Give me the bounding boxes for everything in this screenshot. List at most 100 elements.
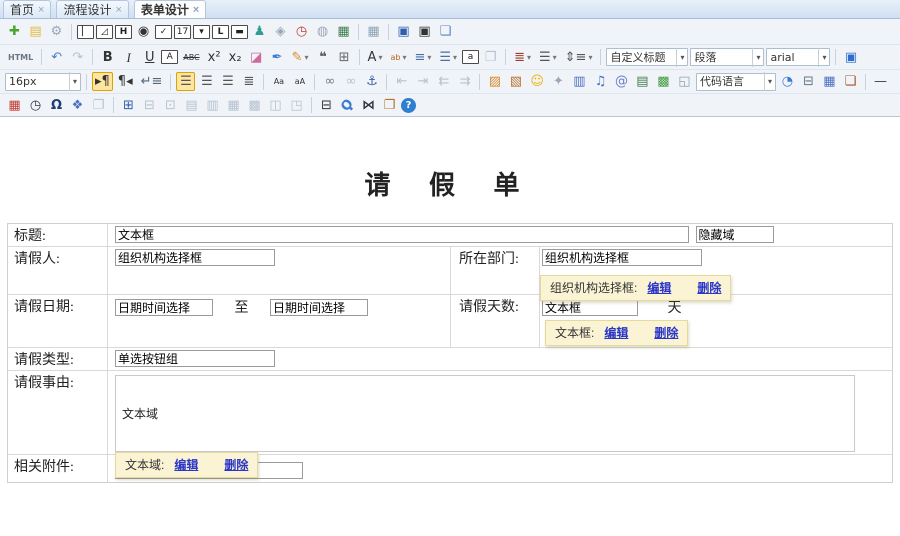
hr-icon[interactable]: — [871, 72, 890, 91]
insert-table-icon[interactable]: ⊞ [119, 96, 138, 115]
page-break-icon[interactable]: ⊟ [799, 72, 818, 91]
blockquote-icon[interactable]: ❝ [314, 48, 333, 67]
find-replace-icon[interactable]: ⋈ [359, 96, 378, 115]
radio-control-icon[interactable]: ◉ [134, 22, 153, 41]
leave-reason-textarea-field[interactable]: 文本域 [115, 375, 855, 452]
report-icon[interactable]: ▤ [633, 72, 652, 91]
tab-close-icon[interactable]: × [38, 4, 44, 15]
tooltip-edit-link[interactable]: 编辑 [174, 456, 198, 473]
select-control-icon[interactable]: ▾ [193, 24, 210, 39]
strikethrough-icon[interactable]: ABC [180, 48, 202, 67]
subscript-icon[interactable]: x₂ [226, 48, 245, 67]
table-edit-icon[interactable]: ⊞ [335, 48, 354, 67]
paragraph-format-select[interactable]: 段落 [690, 48, 765, 66]
special-char-icon[interactable]: Ω [47, 96, 66, 115]
stamp-icon[interactable]: ❏ [841, 72, 860, 91]
heading-style-select[interactable]: 自定义标题 [606, 48, 689, 66]
tab-home[interactable]: 首页 × [3, 0, 52, 18]
requester-org-select-field[interactable] [115, 249, 275, 266]
superscript-icon[interactable]: x² [205, 48, 224, 67]
title-textbox-field[interactable] [115, 226, 689, 243]
save-icon[interactable]: ▣ [394, 22, 413, 41]
browser-preview-icon[interactable]: ◔ [778, 72, 797, 91]
search-icon[interactable]: Ϙ [334, 92, 361, 119]
textarea-control-icon[interactable]: ◿ [96, 24, 113, 39]
anchor-icon[interactable]: ⚓ [362, 72, 381, 91]
form-design-canvas[interactable]: 请 假 单 标题: 请假人: 所在部门: 请假日期: [0, 117, 900, 536]
italic-icon[interactable]: I [119, 48, 138, 67]
attachment-icon[interactable]: @ [612, 72, 631, 91]
tooltip-delete-link[interactable]: 删除 [697, 279, 721, 296]
save-template-icon[interactable]: ❏ [436, 22, 455, 41]
date-clock-control-icon[interactable]: ◷ [292, 22, 311, 41]
table-layout-icon[interactable]: ▦ [820, 72, 839, 91]
align-right-icon[interactable]: ☰ [218, 72, 237, 91]
text-direction-ltr-icon[interactable]: ▸¶ [92, 72, 113, 91]
clock-icon[interactable]: ◷ [26, 96, 45, 115]
screenshot-icon[interactable]: ◱ [675, 72, 694, 91]
map-multi-icon[interactable]: ❖ [68, 96, 87, 115]
line-height-icon[interactable]: ☰ [536, 48, 560, 67]
html-source-button[interactable]: HTML [5, 48, 36, 67]
font-color-icon[interactable]: A [365, 48, 386, 67]
hidden-field[interactable] [695, 226, 774, 243]
label-control-icon[interactable]: L [212, 24, 229, 39]
tab-process-design[interactable]: 流程设计 × [56, 0, 129, 18]
eraser-icon[interactable]: ◪ [247, 48, 266, 67]
user-select-control-icon[interactable]: ♟ [250, 22, 269, 41]
calendar-icon[interactable]: ▦ [5, 96, 24, 115]
leave-days-field[interactable] [542, 299, 638, 316]
map-icon[interactable]: ▩ [654, 72, 673, 91]
link-icon[interactable]: ∞ [320, 72, 339, 91]
text-direction-rtl-icon[interactable]: ¶◂ [115, 72, 136, 91]
flash-icon[interactable]: ✦ [549, 72, 568, 91]
open-form-icon[interactable]: ▤ [26, 22, 45, 41]
font-border-icon[interactable]: A [161, 50, 179, 64]
tooltip-delete-link[interactable]: 删除 [654, 324, 678, 341]
image-edit-icon[interactable]: ▧ [506, 72, 525, 91]
tab-close-icon[interactable]: × [193, 4, 199, 15]
line-break-icon[interactable]: ↵≡ [138, 72, 166, 91]
align-left-icon[interactable]: ☰ [176, 72, 196, 91]
align-center-icon[interactable]: ☰ [197, 72, 216, 91]
upload-control-icon[interactable]: ◍ [313, 22, 332, 41]
tab-form-design[interactable]: 表单设计 × [133, 0, 207, 18]
textbox-control-icon[interactable]: ▏ [77, 24, 94, 39]
highlight-color-icon[interactable]: ab [387, 48, 409, 67]
image-icon[interactable]: ▨ [485, 72, 504, 91]
save-close-icon[interactable]: ▣ [415, 22, 434, 41]
tab-close-icon[interactable]: × [115, 4, 121, 15]
uppercase-icon[interactable]: Aa [269, 72, 288, 91]
new-form-icon[interactable]: ✚ [5, 22, 24, 41]
paste-icon[interactable]: ❐ [380, 96, 399, 115]
tooltip-delete-link[interactable]: 删除 [224, 456, 248, 473]
macro-control-icon[interactable]: ◈ [271, 22, 290, 41]
inline-code-icon[interactable]: a [462, 50, 480, 64]
underline-icon[interactable]: U [140, 48, 159, 67]
lowercase-icon[interactable]: aA [290, 72, 309, 91]
align-justify-icon[interactable]: ≣ [239, 72, 258, 91]
code-language-select[interactable]: 代码语言 [695, 72, 776, 91]
undo-icon[interactable]: ↶ [47, 48, 66, 67]
editable-table-control-icon[interactable]: ▦ [334, 22, 353, 41]
align-full-icon[interactable]: ≣ [511, 48, 534, 67]
datetime-control-icon[interactable]: 17 [174, 24, 191, 39]
ordered-list-icon[interactable]: ≡ [411, 48, 434, 67]
hidden-field-control-icon[interactable]: H [115, 24, 132, 39]
fullscreen-icon[interactable]: ▣ [841, 48, 860, 67]
date-from-field[interactable] [115, 299, 213, 316]
bold-icon[interactable]: B [98, 48, 117, 67]
form-config-icon[interactable]: ⚙ [47, 22, 66, 41]
tooltip-edit-link[interactable]: 编辑 [647, 279, 671, 296]
para-spacing-icon[interactable]: ⇕≡ [562, 48, 596, 67]
help-icon[interactable]: ? [401, 97, 416, 113]
bullet-list-icon[interactable]: ☰ [436, 48, 460, 67]
emoticon-icon[interactable]: ☺ [527, 72, 547, 91]
font-size-select[interactable]: 16px [5, 72, 81, 91]
table-info-icon[interactable]: ▦ [364, 22, 383, 41]
media-icon[interactable]: ▥ [570, 72, 589, 91]
button-control-icon[interactable]: ▬ [231, 24, 248, 39]
department-org-select-field[interactable] [542, 249, 702, 266]
leave-type-radio-group-field[interactable] [115, 350, 275, 367]
paint-format-icon[interactable]: ✎ [289, 48, 312, 67]
